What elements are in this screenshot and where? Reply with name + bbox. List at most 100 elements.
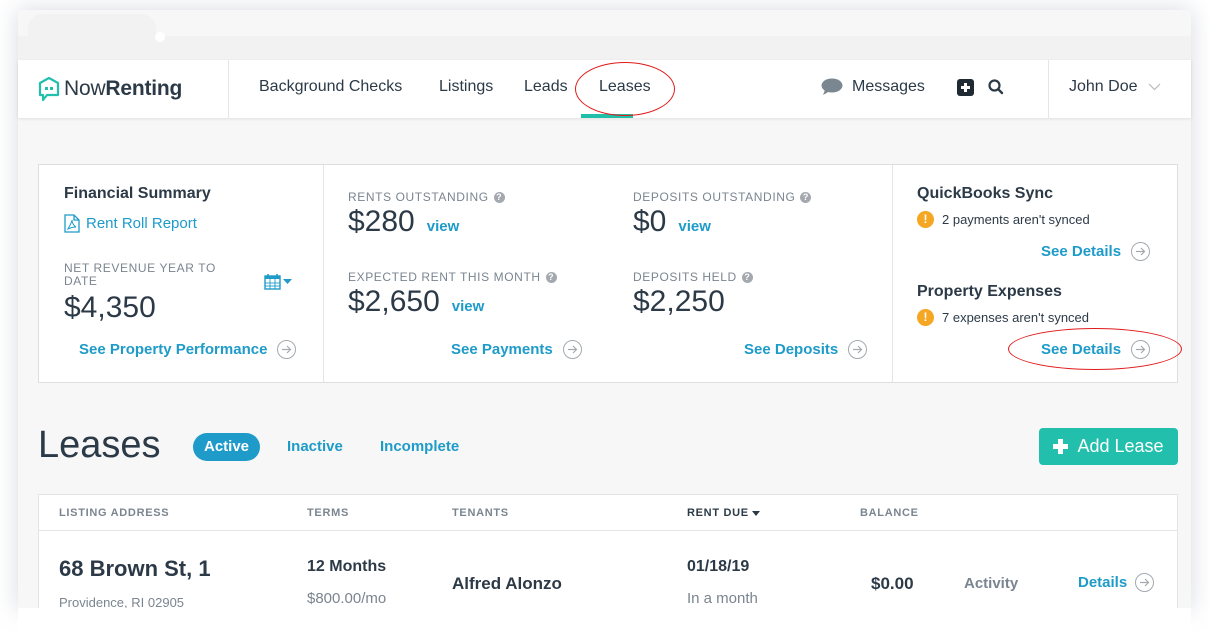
see-property-performance-link[interactable]: See Property Performance (79, 340, 297, 359)
house-chat-icon (38, 76, 60, 102)
see-deposits-link[interactable]: See Deposits (744, 340, 868, 359)
add-new-icon[interactable] (957, 79, 974, 96)
help-icon[interactable]: ? (741, 271, 753, 283)
logo[interactable]: NowRenting (38, 74, 182, 104)
help-icon[interactable]: ? (493, 191, 505, 203)
quickbooks-see-details-link[interactable]: See Details (1041, 242, 1151, 261)
leases-table: LISTING ADDRESS TERMS TENANTS RENT DUE B… (38, 494, 1178, 614)
browser-chrome-bar (18, 36, 1191, 60)
nav-divider (1048, 60, 1049, 118)
lease-term: 12 Months (307, 558, 387, 575)
filter-incomplete[interactable]: Incomplete (369, 433, 470, 461)
arrow-right-circle-icon (562, 340, 582, 359)
rents-outstanding-view-link[interactable]: view (427, 218, 460, 235)
filter-inactive[interactable]: Inactive (276, 433, 354, 461)
warning-icon: ! (917, 211, 934, 228)
user-name: John Doe (1069, 78, 1138, 95)
quickbooks-warning: ! 2 payments aren't synced (917, 211, 1090, 228)
lease-rent-due-relative: In a month (687, 590, 758, 607)
deposits-outstanding-amount: $0 view (633, 205, 711, 239)
quickbooks-sync-title: QuickBooks Sync (917, 185, 1054, 202)
nav-background-checks[interactable]: Background Checks (259, 78, 402, 96)
deposits-held-label: DEPOSITS HELD? (633, 270, 753, 284)
deposits-outstanding-view-link[interactable]: view (678, 218, 711, 235)
expenses-see-details-link[interactable]: See Details (1041, 340, 1151, 359)
lease-address[interactable]: 68 Brown St, 1 (59, 556, 211, 582)
nav-leases[interactable]: Leases (599, 78, 651, 96)
expected-rent-label: EXPECTED RENT THIS MONTH? (348, 270, 557, 284)
column-divider (892, 165, 893, 382)
financial-summary-title: Financial Summary (64, 185, 211, 202)
top-navbar: NowRenting Background Checks Listings Le… (18, 60, 1191, 118)
column-header-terms[interactable]: TERMS (307, 507, 349, 519)
column-header-balance[interactable]: BALANCE (860, 507, 919, 519)
rent-roll-report-link[interactable]: Rent Roll Report (64, 214, 197, 233)
sort-caret-down-icon (751, 510, 760, 516)
quickbooks-warning-text: 2 payments aren't synced (942, 212, 1090, 227)
arrow-right-circle-icon (1131, 340, 1151, 359)
filter-active[interactable]: Active (193, 433, 261, 461)
arrow-right-circle-icon (277, 340, 297, 359)
header-divider (39, 530, 1177, 531)
leases-page-title: Leases (38, 424, 161, 466)
lease-rent: $800.00/mo (307, 590, 387, 607)
expected-rent-value: $2,650 (348, 285, 440, 318)
logo-text: NowRenting (64, 77, 183, 100)
lease-balance: $0.00 (871, 574, 914, 593)
nav-divider (228, 60, 229, 118)
user-menu[interactable]: John Doe (1069, 78, 1161, 96)
help-icon[interactable]: ? (545, 271, 557, 283)
nav-listings[interactable]: Listings (439, 78, 493, 96)
chat-bubble-icon (821, 78, 843, 95)
lease-activity-link[interactable]: Activity (964, 575, 1018, 592)
add-lease-label: Add Lease (1077, 436, 1164, 456)
expected-rent-view-link[interactable]: view (452, 298, 485, 315)
caret-down-icon (283, 278, 292, 284)
nav-leads[interactable]: Leads (524, 78, 568, 96)
deposits-held-value: $2,250 (633, 285, 725, 318)
lease-details-label: Details (1078, 574, 1128, 591)
column-header-listing-address[interactable]: LISTING ADDRESS (59, 507, 169, 519)
see-property-performance-label: See Property Performance (79, 341, 268, 358)
arrow-right-circle-icon (848, 340, 868, 359)
financial-summary-panel: Financial Summary Rent Roll Report NET R… (38, 164, 1178, 383)
active-tab-indicator (581, 114, 633, 118)
expenses-warning-text: 7 expenses aren't synced (942, 310, 1090, 325)
add-lease-button[interactable]: Add Lease (1039, 428, 1178, 465)
lease-details-link[interactable]: Details (1078, 573, 1155, 592)
expected-rent-amount: $2,650 view (348, 285, 484, 319)
search-icon[interactable] (988, 79, 1004, 95)
column-header-tenants[interactable]: TENANTS (452, 507, 509, 519)
net-revenue-label: NET REVENUE YEAR TO DATE (64, 261, 216, 288)
plus-icon (1053, 439, 1069, 454)
tab-dot (155, 32, 165, 42)
lease-rent-due: 01/18/19 (687, 558, 750, 575)
column-divider (323, 165, 324, 382)
rents-outstanding-value: $280 (348, 205, 415, 238)
arrow-right-circle-icon (1135, 573, 1155, 592)
date-range-picker[interactable] (264, 273, 292, 290)
deposits-outstanding-value: $0 (633, 205, 667, 238)
frame-bottom-edge (18, 608, 1191, 633)
messages-button[interactable]: Messages (821, 78, 925, 96)
see-deposits-label: See Deposits (744, 341, 839, 358)
lease-tenant[interactable]: Alfred Alonzo (452, 574, 562, 594)
rents-outstanding-label: RENTS OUTSTANDING? (348, 190, 505, 204)
expenses-warning: ! 7 expenses aren't synced (917, 309, 1089, 326)
property-expenses-title: Property Expenses (917, 283, 1062, 300)
rents-outstanding-amount: $280 view (348, 205, 459, 239)
calendar-icon (264, 274, 281, 290)
column-header-rent-due[interactable]: RENT DUE (687, 507, 760, 519)
see-payments-link[interactable]: See Payments (451, 340, 582, 359)
see-payments-label: See Payments (451, 341, 553, 358)
expenses-see-details-label: See Details (1041, 341, 1122, 358)
pdf-icon (64, 214, 80, 233)
warning-icon: ! (917, 309, 934, 326)
chevron-down-icon (1148, 83, 1160, 91)
deposits-outstanding-label: DEPOSITS OUTSTANDING? (633, 190, 812, 204)
help-icon[interactable]: ? (800, 191, 812, 203)
browser-tab[interactable] (28, 14, 165, 44)
rent-due-header-label: RENT DUE (687, 507, 749, 519)
net-revenue-value: $4,350 (64, 291, 156, 324)
arrow-right-circle-icon (1131, 242, 1151, 261)
